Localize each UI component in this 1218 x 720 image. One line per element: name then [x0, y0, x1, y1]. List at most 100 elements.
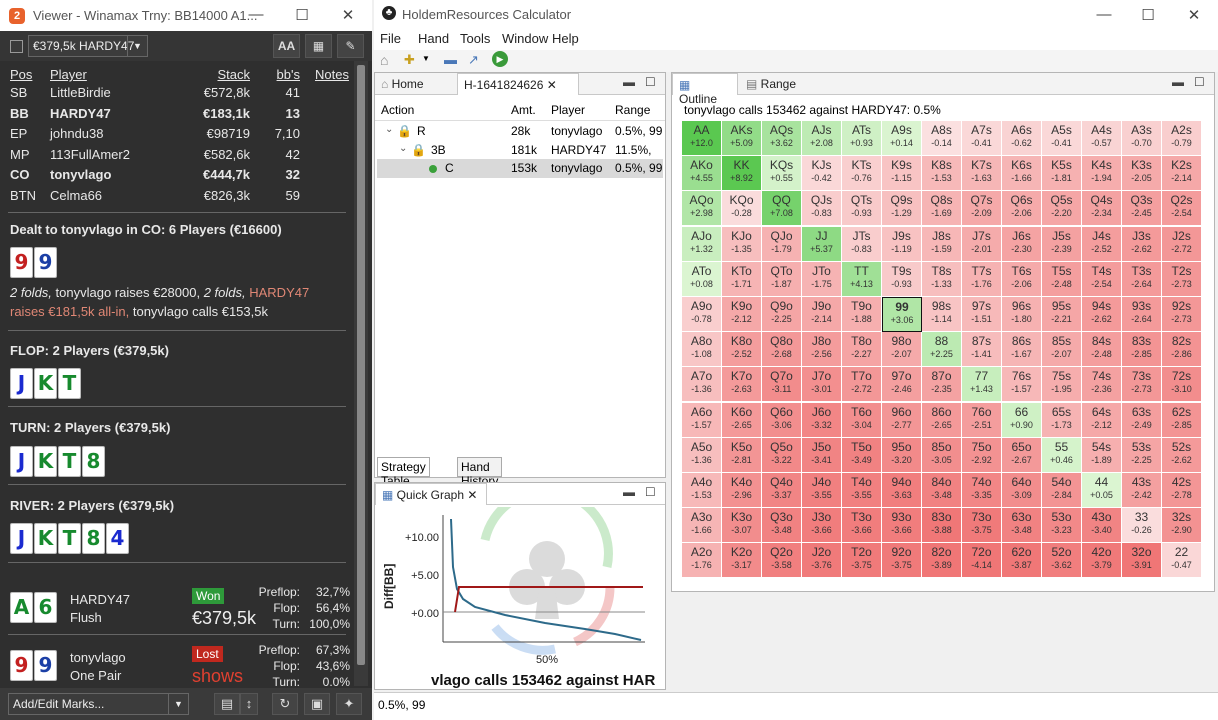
range-cell-t4s[interactable]: T4s -2.54 [1082, 261, 1122, 297]
tab-outline[interactable]: ▦ Outline [672, 73, 738, 106]
twitter-icon[interactable]: ✦ [336, 693, 362, 715]
range-cell-ajo[interactable]: AJo +1.32 [682, 226, 722, 262]
grid-button[interactable]: ▦ [305, 34, 332, 58]
tree-header-action[interactable]: Action [381, 103, 414, 117]
close-icon[interactable]: ✕ [1184, 6, 1204, 24]
range-cell-j5s[interactable]: J5s -2.39 [1042, 226, 1082, 262]
range-cell-53o[interactable]: 53o -3.23 [1042, 508, 1082, 544]
range-cell-qto[interactable]: QTo -1.87 [762, 261, 802, 297]
close-icon[interactable]: ✕ [467, 488, 477, 502]
table-header-pos[interactable]: Pos [10, 67, 32, 82]
range-cell-72o[interactable]: 72o -4.14 [962, 543, 1002, 579]
range-cell-92s[interactable]: 92s -2.73 [1162, 297, 1202, 332]
minimize-icon[interactable]: ▬ [1172, 75, 1184, 89]
menu-file[interactable]: File [380, 31, 401, 46]
tree-header-player[interactable]: Player [551, 103, 585, 117]
range-cell-jto[interactable]: JTo -1.75 [802, 261, 842, 297]
range-cell-64s[interactable]: 64s -2.12 [1082, 402, 1122, 438]
range-cell-84s[interactable]: 84s -2.48 [1082, 332, 1122, 368]
range-cell-k5s[interactable]: K5s -1.81 [1042, 156, 1082, 192]
marks-selector[interactable]: Add/Edit Marks... ▼ [8, 693, 189, 715]
range-cell-87o[interactable]: 87o -2.35 [922, 367, 962, 403]
range-cell-kjo[interactable]: KJo -1.35 [722, 226, 762, 262]
range-cell-a2o[interactable]: A2o -1.76 [682, 543, 722, 579]
range-cell-76s[interactable]: 76s -1.57 [1002, 367, 1042, 403]
chevron-down-icon[interactable]: ⌄ [399, 143, 407, 154]
range-cell-k6s[interactable]: K6s -1.66 [1002, 156, 1042, 192]
range-cell-jts[interactable]: JTs -0.83 [842, 226, 882, 262]
range-cell-54o[interactable]: 54o -2.84 [1042, 473, 1082, 508]
edit-button[interactable]: ✎ [337, 34, 364, 58]
range-cell-q9s[interactable]: Q9s -1.29 [882, 191, 922, 227]
range-cell-a5s[interactable]: A5s -0.41 [1042, 121, 1082, 156]
range-cell-ajs[interactable]: AJs +2.08 [802, 121, 842, 156]
range-cell-t3s[interactable]: T3s -2.64 [1122, 261, 1162, 297]
range-cell-qjs[interactable]: QJs -0.83 [802, 191, 842, 227]
maximize-icon[interactable]: ☐ [292, 6, 312, 24]
range-cell-j6s[interactable]: J6s -2.30 [1002, 226, 1042, 262]
range-cell-92o[interactable]: 92o -3.75 [882, 543, 922, 579]
range-cell-98o[interactable]: 98o -2.07 [882, 332, 922, 368]
tab-strategy-table[interactable]: Strategy Table [377, 457, 430, 488]
run-icon[interactable]: ▶ [492, 51, 508, 67]
tree-row[interactable]: C 153k tonyvlago 0.5%, 99 [377, 159, 663, 178]
range-cell-44[interactable]: 44 +0.05 [1082, 473, 1122, 508]
tab-range[interactable]: ▤ Range [740, 73, 804, 95]
range-cell-52s[interactable]: 52s -2.62 [1162, 437, 1202, 473]
refresh-icon[interactable]: ↻ [272, 693, 298, 715]
range-cell-kto[interactable]: KTo -1.71 [722, 261, 762, 297]
range-cell-t8s[interactable]: T8s -1.33 [922, 261, 962, 297]
range-cell-t3o[interactable]: T3o -3.66 [842, 508, 882, 544]
range-cell-74o[interactable]: 74o -3.35 [962, 473, 1002, 508]
range-cell-75o[interactable]: 75o -2.92 [962, 437, 1002, 473]
range-cell-qjo[interactable]: QJo -1.79 [762, 226, 802, 262]
tab-hand[interactable]: H-1641824626 ✕ [457, 73, 579, 95]
range-cell-q8o[interactable]: Q8o -2.68 [762, 332, 802, 368]
range-cell-t7s[interactable]: T7s -1.76 [962, 261, 1002, 297]
chart-icon[interactable]: ↗ [468, 52, 479, 68]
range-cell-73s[interactable]: 73s -2.73 [1122, 367, 1162, 403]
range-cell-j3o[interactable]: J3o -3.66 [802, 508, 842, 544]
range-cell-64o[interactable]: 64o -3.09 [1002, 473, 1042, 508]
range-cell-85s[interactable]: 85s -2.07 [1042, 332, 1082, 368]
range-cell-63s[interactable]: 63s -2.49 [1122, 402, 1162, 438]
maximize-icon[interactable]: ☐ [1194, 75, 1205, 89]
range-cell-j4o[interactable]: J4o -3.55 [802, 473, 842, 508]
range-cell-t4o[interactable]: T4o -3.55 [842, 473, 882, 508]
range-cell-q8s[interactable]: Q8s -1.69 [922, 191, 962, 227]
range-cell-t5s[interactable]: T5s -2.48 [1042, 261, 1082, 297]
range-cell-q4o[interactable]: Q4o -3.37 [762, 473, 802, 508]
range-cell-95o[interactable]: 95o -3.20 [882, 437, 922, 473]
range-cell-k2o[interactable]: K2o -3.17 [722, 543, 762, 579]
range-cell-97s[interactable]: 97s -1.51 [962, 297, 1002, 332]
range-cell-65o[interactable]: 65o -2.67 [1002, 437, 1042, 473]
range-cell-k9s[interactable]: K9s -1.15 [882, 156, 922, 192]
range-cell-72s[interactable]: 72s -3.10 [1162, 367, 1202, 403]
range-cell-j4s[interactable]: J4s -2.52 [1082, 226, 1122, 262]
range-cell-99[interactable]: 99 +3.06 [882, 297, 922, 332]
range-cell-ako[interactable]: AKo +4.55 [682, 156, 722, 192]
range-cell-t8o[interactable]: T8o -2.27 [842, 332, 882, 368]
range-cell-a2s[interactable]: A2s -0.79 [1162, 121, 1202, 156]
range-cell-73o[interactable]: 73o -3.75 [962, 508, 1002, 544]
close-icon[interactable]: ✕ [547, 78, 557, 92]
menu-tools[interactable]: Tools [460, 31, 490, 46]
home-icon[interactable]: ⌂ [380, 52, 388, 68]
range-cell-85o[interactable]: 85o -3.05 [922, 437, 962, 473]
range-cell-86s[interactable]: 86s -1.67 [1002, 332, 1042, 368]
range-cell-q2o[interactable]: Q2o -3.58 [762, 543, 802, 579]
range-cell-j9s[interactable]: J9s -1.19 [882, 226, 922, 262]
range-cell-75s[interactable]: 75s -1.95 [1042, 367, 1082, 403]
range-cell-t7o[interactable]: T7o -2.72 [842, 367, 882, 403]
minimize-icon[interactable]: ▬ [623, 75, 635, 89]
range-cell-j2o[interactable]: J2o -3.76 [802, 543, 842, 579]
range-cell-t9s[interactable]: T9s -0.93 [882, 261, 922, 297]
select-checkbox[interactable] [10, 40, 23, 53]
range-cell-97o[interactable]: 97o -2.46 [882, 367, 922, 403]
range-cell-aqo[interactable]: AQo +2.98 [682, 191, 722, 227]
range-cell-t9o[interactable]: T9o -1.88 [842, 297, 882, 332]
range-cell-q3s[interactable]: Q3s -2.45 [1122, 191, 1162, 227]
range-cell-a7o[interactable]: A7o -1.36 [682, 367, 722, 403]
chevron-down-icon[interactable]: ⌄ [385, 124, 393, 135]
range-cell-43o[interactable]: 43o -3.40 [1082, 508, 1122, 544]
